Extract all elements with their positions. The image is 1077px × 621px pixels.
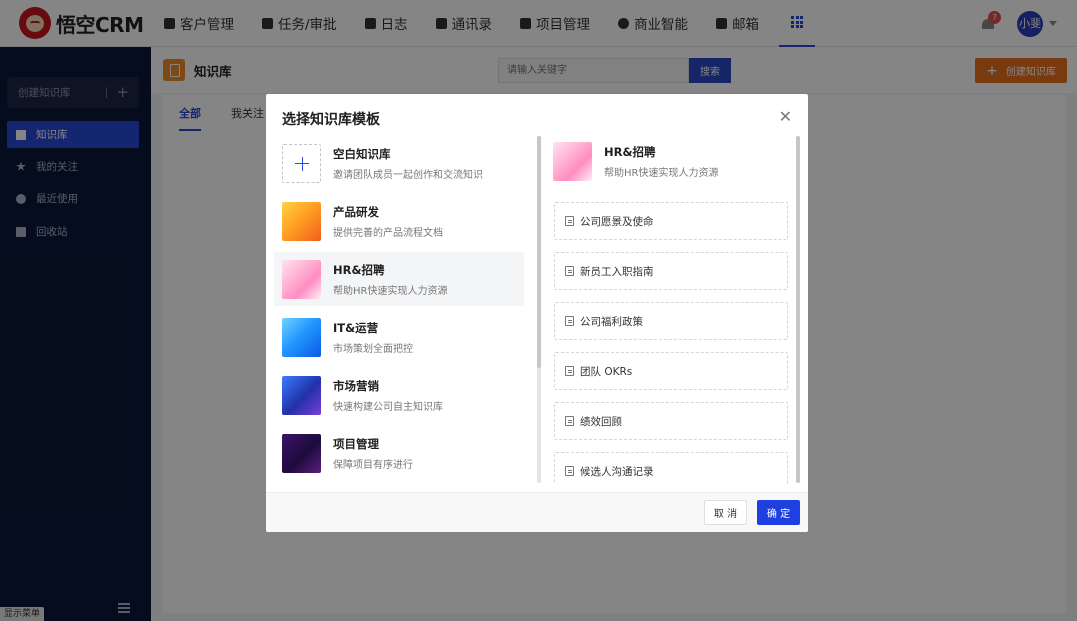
scrollbar-thumb[interactable] <box>796 136 800 483</box>
confirm-button[interactable]: 确 定 <box>757 500 800 525</box>
cancel-button[interactable]: 取 消 <box>704 500 747 525</box>
template-item-blank[interactable]: 空白知识库 邀请团队成员一起创作和交流知识 <box>274 136 524 190</box>
document-icon <box>565 466 574 476</box>
document-icon <box>565 316 574 326</box>
template-thumbnail <box>282 317 321 357</box>
template-thumbnail <box>282 259 321 299</box>
preview-name: HR&招聘 <box>604 145 656 159</box>
plus-icon <box>282 143 321 183</box>
document-icon <box>565 266 574 276</box>
document-icon <box>565 366 574 376</box>
template-item-product-dev[interactable]: 产品研发 提供完善的产品流程文档 <box>274 194 524 248</box>
template-list-scrollbar[interactable] <box>537 136 541 483</box>
template-thumbnail <box>282 433 321 473</box>
close-icon[interactable]: ✕ <box>779 107 792 126</box>
template-picker-modal: 选择知识库模板 ✕ 空白知识库 邀请团队成员一起创作和交流知识 产品研发 提供完善的… <box>266 94 808 532</box>
preview-header: HR&招聘帮助HR快速实现人力资源 <box>553 142 718 181</box>
template-thumbnail <box>282 375 321 415</box>
template-item-project-mgmt[interactable]: 项目管理 保障项目有序进行 <box>274 426 524 480</box>
preview-doc-item[interactable]: 团队 OKRs <box>554 352 788 390</box>
template-thumbnail <box>282 201 321 241</box>
template-preview: HR&招聘帮助HR快速实现人力资源 公司愿景及使命 新员工入职指南 公司福利政策… <box>550 134 792 484</box>
preview-doc-item[interactable]: 新员工入职指南 <box>554 252 788 290</box>
preview-doc-item[interactable]: 绩效回顾 <box>554 402 788 440</box>
preview-doc-item[interactable]: 公司福利政策 <box>554 302 788 340</box>
preview-doc-item[interactable]: 公司愿景及使命 <box>554 202 788 240</box>
template-item-hr[interactable]: HR&招聘 帮助HR快速实现人力资源 <box>274 252 524 306</box>
document-icon <box>565 216 574 226</box>
template-item-marketing[interactable]: 市场营销 快速构建公司自主知识库 <box>274 368 524 422</box>
template-list: 空白知识库 邀请团队成员一起创作和交流知识 产品研发 提供完善的产品流程文档 HR&… <box>274 134 524 484</box>
modal-title: 选择知识库模板 <box>282 112 380 128</box>
preview-scrollbar[interactable] <box>796 136 800 483</box>
template-thumbnail <box>553 142 592 181</box>
preview-desc: 帮助HR快速实现人力资源 <box>604 168 719 179</box>
template-item-it-ops[interactable]: IT&运营 市场策划全面把控 <box>274 310 524 364</box>
preview-doc-item[interactable]: 候选人沟通记录 <box>554 452 788 484</box>
scrollbar-thumb[interactable] <box>537 136 541 368</box>
document-icon <box>565 416 574 426</box>
modal-footer: 取 消 确 定 <box>266 492 808 532</box>
